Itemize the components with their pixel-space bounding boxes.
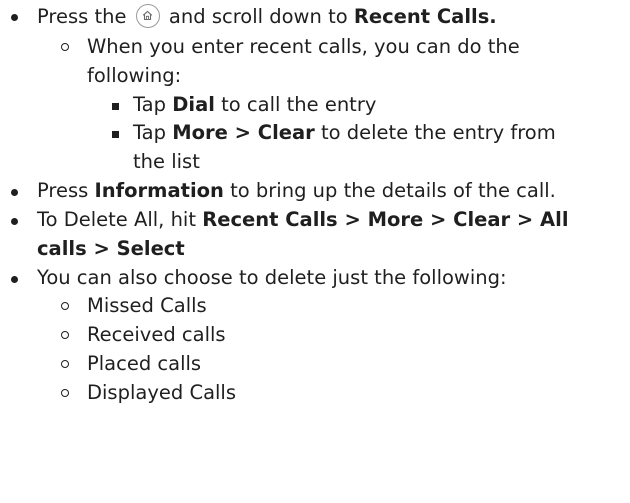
instructions-document: Press the and scroll down to Recent Call… [0, 0, 630, 503]
list-item-enter-recent: When you enter recent calls, you can do … [87, 35, 520, 58]
bullet-level1 [11, 218, 18, 225]
bullet-level2 [61, 302, 69, 310]
list-item-missed-calls: Missed Calls [87, 294, 207, 317]
bullet-level2 [61, 331, 69, 339]
bullet-level2 [61, 389, 69, 397]
list-item-tap-more-clear: Tap More > Clear to delete the entry fro… [133, 121, 556, 144]
bullet-level2 [61, 360, 69, 368]
list-item-delete-all-cont: calls > Select [37, 237, 185, 260]
list-item-displayed-calls: Displayed Calls [87, 381, 237, 404]
bullet-level1 [11, 189, 18, 196]
list-item-press-information: Press Information to bring up the detail… [37, 179, 556, 202]
bullet-level3 [112, 131, 119, 138]
list-item-press-home: Press the and scroll down to Recent Call… [37, 3, 497, 28]
bullet-level2 [61, 43, 69, 51]
list-item-tap-more-clear-cont: the list [133, 150, 200, 173]
list-item-placed-calls: Placed calls [87, 352, 202, 375]
list-item-received-calls: Received calls [87, 323, 226, 346]
bullet-level1 [11, 276, 18, 283]
list-item-choose-delete: You can also choose to delete just the f… [37, 266, 507, 289]
list-item-delete-all: To Delete All, hit Recent Calls > More >… [37, 208, 569, 231]
bullet-level1 [11, 14, 18, 21]
list-item-tap-dial: Tap Dial to call the entry [133, 93, 377, 116]
list-item-enter-recent-cont: following: [87, 64, 182, 87]
bullet-level3 [112, 103, 119, 110]
home-icon [135, 3, 160, 28]
